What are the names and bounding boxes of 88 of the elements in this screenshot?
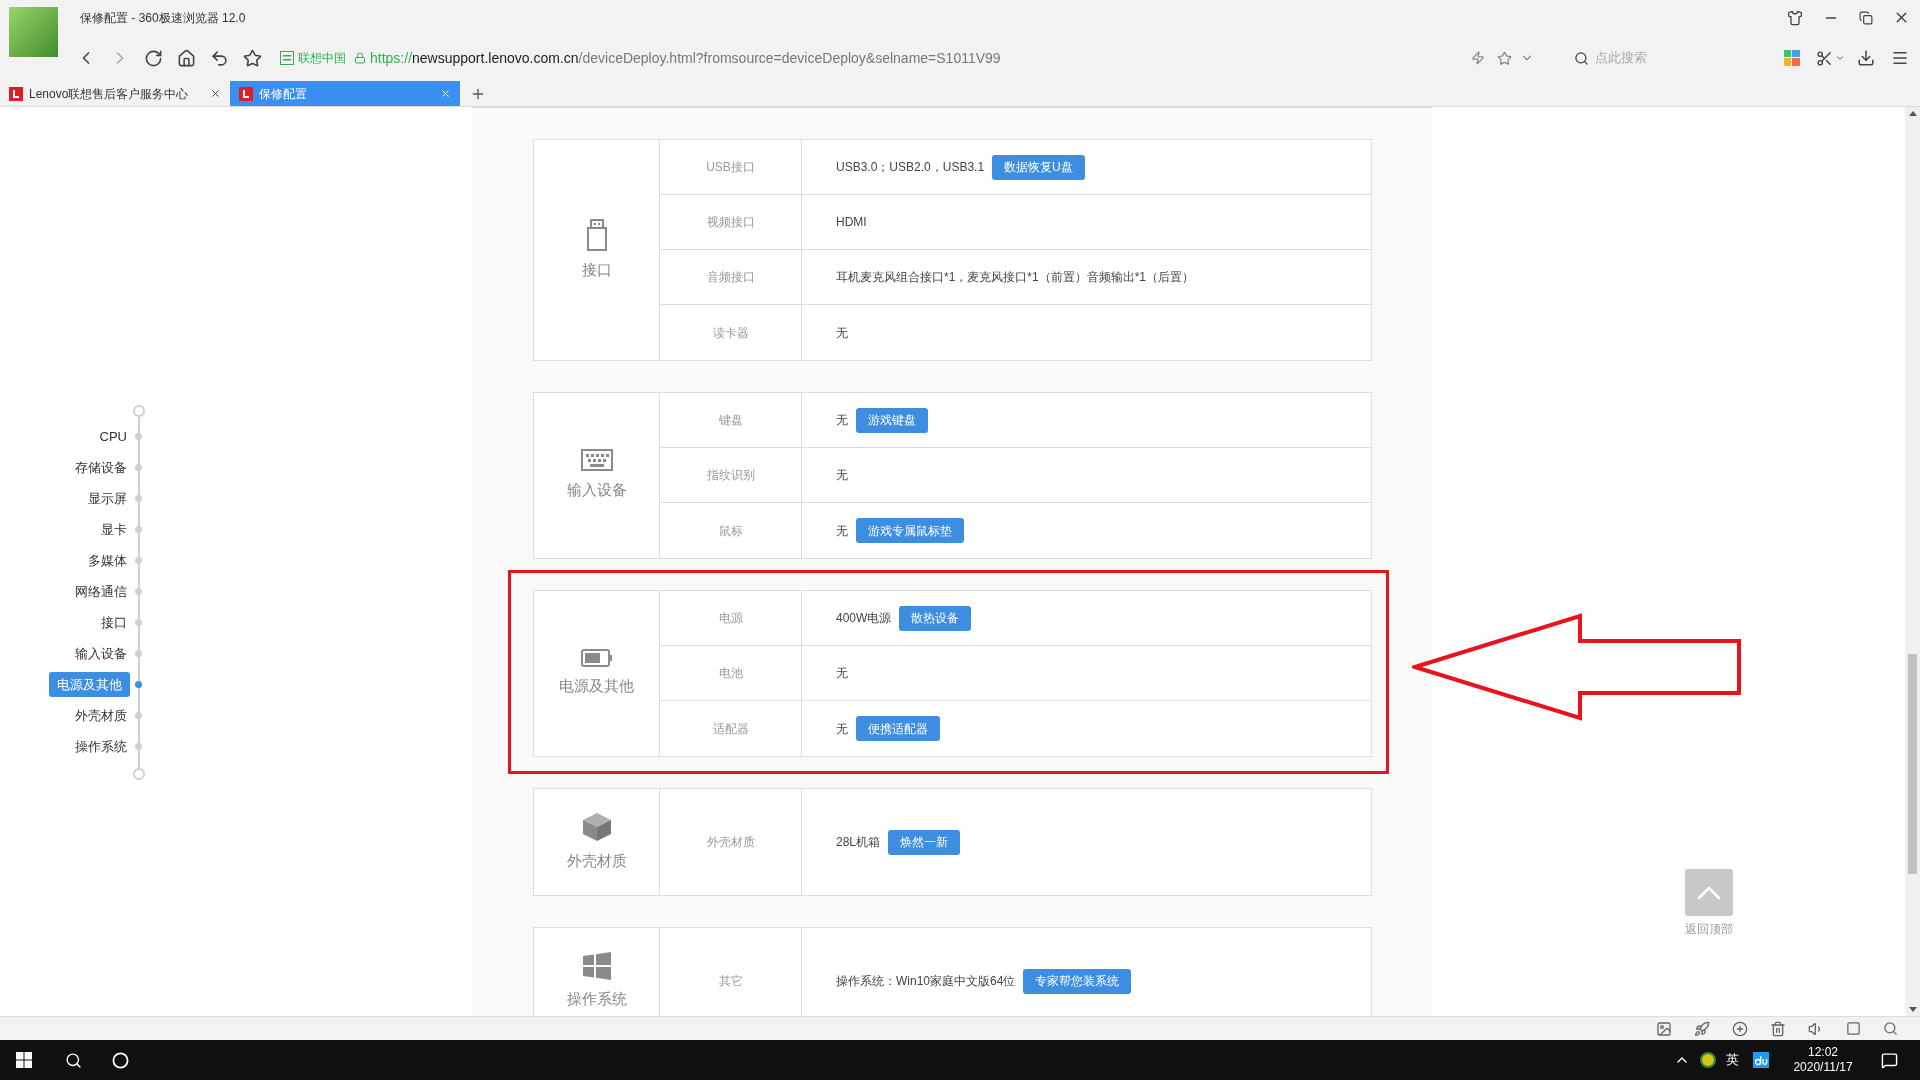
skin-icon[interactable] bbox=[1787, 9, 1803, 26]
window-title: 保修配置 - 360极速浏览器 12.0 bbox=[80, 9, 246, 27]
spec-label: 适配器 bbox=[712, 720, 749, 738]
category-title: 外壳材质 bbox=[566, 850, 627, 871]
caret-icon[interactable] bbox=[1835, 53, 1845, 63]
keyboard-icon bbox=[580, 449, 613, 472]
menu-icon[interactable] bbox=[1891, 49, 1909, 67]
spec-value: 无 bbox=[836, 720, 848, 738]
category-title: 接口 bbox=[581, 259, 612, 280]
undo-icon[interactable] bbox=[210, 48, 229, 68]
category-title: 电源及其他 bbox=[559, 676, 634, 697]
start-icon[interactable] bbox=[16, 1052, 32, 1068]
category-title: 操作系统 bbox=[566, 988, 627, 1009]
input-method-indicator[interactable]: 英 bbox=[1726, 1050, 1739, 1070]
address-field[interactable]: https://newsupport.lenovo.com.cn/deviceDeploy.html?fromsource=deviceDeploy&selname=S1011V99 bbox=[370, 47, 1001, 69]
zoom-icon[interactable] bbox=[1883, 1021, 1898, 1036]
spec-value: 无 bbox=[836, 665, 848, 682]
sidebar-item[interactable]: 网络通信 bbox=[75, 581, 127, 602]
star-icon[interactable] bbox=[243, 48, 262, 68]
battery-icon bbox=[580, 649, 613, 668]
sidebar-item[interactable]: 外壳材质 bbox=[75, 705, 127, 726]
browser-tab[interactable]: Lenovo联想售后客户服务中心 bbox=[0, 81, 230, 106]
cube-icon bbox=[581, 811, 612, 842]
scroll-down-icon[interactable] bbox=[1908, 1007, 1917, 1012]
clock-date[interactable]: 2020/11/17 bbox=[1793, 1060, 1853, 1075]
download-icon[interactable] bbox=[1857, 49, 1875, 67]
spec-value: 400W电源 bbox=[836, 610, 892, 627]
lock-icon bbox=[354, 52, 366, 64]
search-icon[interactable] bbox=[1574, 50, 1589, 66]
image-icon[interactable] bbox=[1656, 1020, 1672, 1037]
spec-value: 无 bbox=[836, 412, 848, 429]
rocket-icon[interactable] bbox=[1694, 1020, 1710, 1037]
spec-value: HDMI bbox=[836, 214, 867, 231]
spec-value: USB3.0；USB2.0，USB3.1 bbox=[836, 159, 985, 176]
spec-label: 电源 bbox=[718, 610, 743, 627]
baidu-app-icon[interactable] bbox=[1753, 1052, 1769, 1068]
search-field[interactable]: 点此搜索 bbox=[1595, 48, 1745, 68]
spec-label: 视频接口 bbox=[706, 214, 755, 231]
certificate-label: 联想中国 bbox=[298, 50, 346, 67]
sidebar-item[interactable]: 输入设备 bbox=[75, 643, 127, 664]
home-icon[interactable] bbox=[177, 48, 196, 68]
lightning-icon[interactable] bbox=[1471, 51, 1485, 65]
spec-value: 无 bbox=[836, 324, 848, 342]
spec-value: 耳机麦克风组合接口*1，麦克风接口*1（前置）音频输出*1（后置） bbox=[836, 269, 1195, 286]
usb-drive-icon bbox=[585, 218, 608, 251]
spec-label: 指纹识别 bbox=[706, 467, 755, 484]
cortana-icon[interactable] bbox=[112, 1051, 129, 1069]
lenovo-tab-icon bbox=[239, 86, 253, 101]
scrollbar-thumb[interactable] bbox=[1908, 654, 1917, 874]
trash-icon[interactable] bbox=[1770, 1020, 1786, 1037]
sidebar-item[interactable]: CPU bbox=[99, 426, 127, 447]
security-app-icon[interactable] bbox=[1700, 1052, 1716, 1068]
spec-value: 操作系统：Win10家庭中文版64位 bbox=[836, 973, 1016, 990]
lenovo-tab-icon bbox=[9, 86, 23, 101]
spec-label: USB接口 bbox=[706, 159, 755, 176]
clock-time[interactable]: 12:02 bbox=[1808, 1045, 1838, 1060]
sidebar-item[interactable]: 接口 bbox=[101, 612, 127, 633]
spec-value: 无 bbox=[836, 467, 848, 484]
sidebar-item[interactable]: 显示屏 bbox=[88, 488, 127, 509]
apps-grid-icon[interactable] bbox=[1784, 50, 1800, 66]
back-to-top-label: 返回顶部 bbox=[1684, 921, 1733, 938]
scissors-icon[interactable] bbox=[1816, 49, 1833, 67]
scroll-up-icon[interactable] bbox=[1908, 111, 1917, 116]
spec-label: 外壳材质 bbox=[706, 834, 755, 851]
refresh-icon[interactable] bbox=[144, 48, 163, 68]
favorite-icon[interactable] bbox=[1497, 50, 1512, 66]
spec-value: 28L机箱 bbox=[836, 834, 881, 851]
spec-label: 鼠标 bbox=[718, 522, 743, 540]
add-circle-icon[interactable] bbox=[1732, 1020, 1748, 1037]
spec-label: 电池 bbox=[718, 665, 743, 682]
browser-logo-picture bbox=[9, 7, 58, 57]
certificate-icon bbox=[280, 51, 294, 65]
sidebar-item[interactable]: 多媒体 bbox=[88, 550, 127, 571]
spec-label: 键盘 bbox=[718, 412, 743, 429]
notification-icon[interactable] bbox=[1881, 1051, 1898, 1069]
spec-label: 读卡器 bbox=[712, 324, 749, 342]
sidebar-item[interactable]: 显卡 bbox=[101, 519, 127, 540]
sidebar-item[interactable]: 存储设备 bbox=[75, 457, 127, 478]
window-icon[interactable] bbox=[1846, 1021, 1861, 1036]
category-title: 输入设备 bbox=[566, 480, 627, 501]
spec-value: 无 bbox=[836, 522, 848, 540]
spec-label: 其它 bbox=[718, 973, 743, 990]
windows-logo-icon bbox=[582, 951, 611, 980]
search-icon[interactable] bbox=[65, 1051, 82, 1069]
sidebar-item[interactable]: 操作系统 bbox=[75, 736, 127, 757]
spec-label: 音频接口 bbox=[706, 269, 755, 286]
close-tab-icon[interactable] bbox=[210, 88, 221, 99]
restore-icon[interactable] bbox=[1859, 10, 1873, 25]
